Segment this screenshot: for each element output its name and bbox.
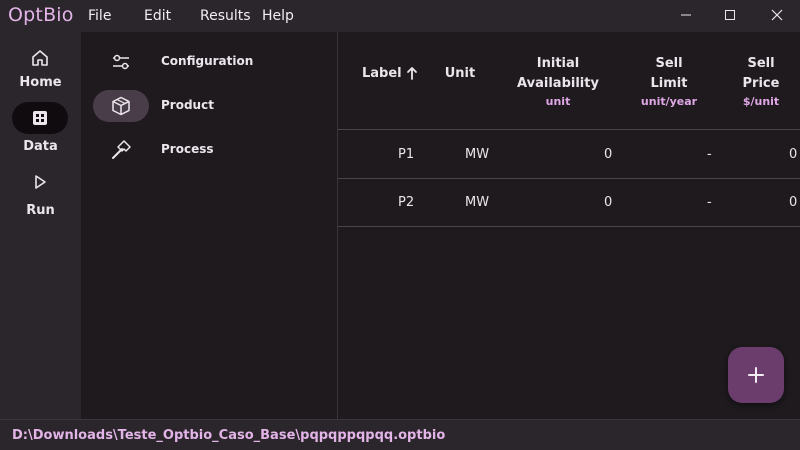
cell-sell-limit[interactable]: - xyxy=(707,147,712,162)
plus-icon xyxy=(748,367,764,383)
subnav-pill-product[interactable] xyxy=(93,90,149,122)
column-header-sell-limit[interactable]: Sell Limit unit/year xyxy=(626,54,712,110)
column-header-sell-price-unit: $/unit xyxy=(742,95,780,108)
add-product-button[interactable] xyxy=(728,347,784,403)
file-path: D:\Downloads\Teste_Optbio_Caso_Base\pqpq… xyxy=(12,428,446,443)
subnav-label-process: Process xyxy=(161,142,214,156)
menu-file[interactable]: File xyxy=(88,8,111,24)
rail-pill-home[interactable] xyxy=(12,42,68,74)
column-header-sell-limit-line2: Limit xyxy=(650,76,688,91)
menu-results[interactable]: Results xyxy=(200,8,251,24)
sort-ascending-icon xyxy=(407,67,418,80)
cell-label[interactable]: P1 xyxy=(398,147,414,162)
data-subnav: Configuration Product Process xyxy=(81,32,338,419)
play-icon xyxy=(35,175,46,189)
column-header-label[interactable]: Label xyxy=(362,64,418,84)
cell-unit[interactable]: MW xyxy=(465,147,489,162)
cell-sell-price[interactable]: 0 xyxy=(789,147,797,162)
column-header-initial-availability-unit: unit xyxy=(545,95,571,108)
column-header-unit[interactable]: Unit xyxy=(438,64,482,84)
status-bar: D:\Downloads\Teste_Optbio_Caso_Base\pqpq… xyxy=(0,419,800,450)
close-button[interactable] xyxy=(754,0,800,30)
sliders-icon xyxy=(113,54,129,70)
navigation-rail: Home Data Run xyxy=(0,32,81,419)
subnav-pill-process[interactable] xyxy=(93,134,149,166)
cube-icon xyxy=(112,96,130,116)
close-icon xyxy=(771,9,783,21)
cell-sell-price[interactable]: 0 xyxy=(789,195,797,210)
minimize-icon xyxy=(681,14,691,16)
table-header: Label Unit Initial Availability unit Sel… xyxy=(338,32,800,130)
column-header-sell-price[interactable]: Sell Price $/unit xyxy=(732,54,790,110)
table-row[interactable]: P2 MW 0 - 0 xyxy=(338,179,800,227)
home-icon xyxy=(32,50,48,66)
minimize-button[interactable] xyxy=(663,0,709,30)
hammer-icon xyxy=(112,140,131,159)
subnav-pill-configuration[interactable] xyxy=(93,46,149,78)
column-header-sell-limit-unit: unit/year xyxy=(640,95,698,108)
menu-edit[interactable]: Edit xyxy=(144,8,171,24)
cell-unit[interactable]: MW xyxy=(465,195,489,210)
rail-item-data[interactable]: Data xyxy=(0,102,81,160)
column-header-sell-price-line2: Price xyxy=(742,76,780,91)
maximize-button[interactable] xyxy=(707,0,753,30)
rail-pill-run[interactable] xyxy=(12,166,68,198)
maximize-icon xyxy=(725,10,735,20)
column-header-initial-availability[interactable]: Initial Availability unit xyxy=(512,54,604,110)
cell-initial-availability[interactable]: 0 xyxy=(604,195,612,210)
grid-icon xyxy=(33,111,47,125)
table-row[interactable]: P1 MW 0 - 0 xyxy=(338,131,800,179)
subnav-label-configuration: Configuration xyxy=(161,54,254,68)
rail-item-home[interactable]: Home xyxy=(0,38,81,96)
column-header-sell-limit-line1: Sell xyxy=(655,56,683,71)
rail-label-run: Run xyxy=(26,203,55,218)
column-header-sell-price-line1: Sell xyxy=(747,56,775,71)
column-header-label-text: Label xyxy=(362,66,402,81)
cell-label[interactable]: P2 xyxy=(398,195,414,210)
subnav-label-product: Product xyxy=(161,98,214,112)
cell-sell-limit[interactable]: - xyxy=(707,195,712,210)
cell-initial-availability[interactable]: 0 xyxy=(604,147,612,162)
subnav-item-process[interactable]: Process xyxy=(93,134,326,166)
column-header-unit-text: Unit xyxy=(444,66,476,81)
subnav-item-product[interactable]: Product xyxy=(93,90,326,122)
menu-help[interactable]: Help xyxy=(262,8,294,24)
column-header-initial-availability-line2: Availability xyxy=(517,76,599,91)
rail-pill-data[interactable] xyxy=(12,102,68,134)
rail-item-run[interactable]: Run xyxy=(0,166,81,224)
app-title: OptBio xyxy=(8,4,74,26)
subnav-item-configuration[interactable]: Configuration xyxy=(93,46,326,78)
rail-label-data: Data xyxy=(23,139,58,154)
rail-label-home: Home xyxy=(19,75,62,90)
title-bar: OptBio File Edit Results Help xyxy=(0,0,800,32)
column-header-initial-availability-line1: Initial xyxy=(536,56,580,71)
